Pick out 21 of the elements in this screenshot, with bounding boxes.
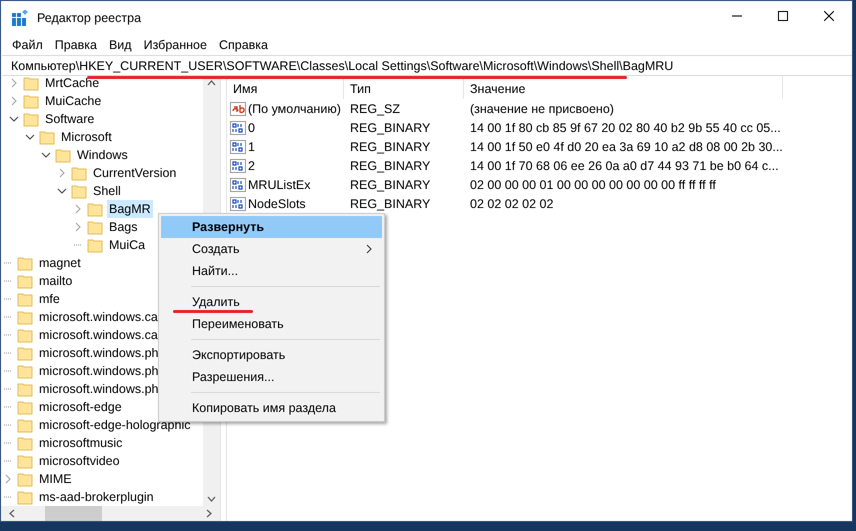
value-type: REG_SZ: [349, 100, 402, 118]
menu-item-label: Переименовать: [192, 317, 284, 331]
value-data: 14 00 1f 80 cb 85 9f 67 20 02 80 40 b2 9b 55 40 cc 05...: [469, 120, 782, 136]
value-data: (значение не присвоено): [469, 100, 615, 118]
value-data: 02 02 02 02 02: [469, 196, 554, 212]
menu-item-label: Удалить: [192, 295, 240, 309]
menu-item-label: Развернуть: [192, 220, 264, 234]
menu-item-label: Разрешения...: [192, 370, 274, 384]
value-type: REG_BINARY: [349, 138, 432, 156]
value-type: REG_BINARY: [349, 158, 432, 174]
value-data: 02 00 00 00 01 00 00 00 00 00 00 00 ff ff ff ff: [469, 176, 717, 194]
window-title: Редактор реестра: [37, 11, 142, 25]
value-type: REG_BINARY: [349, 120, 432, 136]
value-data: 14 00 1f 50 e0 4f d0 20 ea 3a 69 10 a2 d8 08 00 2b 30...: [469, 138, 783, 156]
value-type: REG_BINARY: [349, 176, 432, 194]
menu-item-label: Экспортировать: [192, 348, 286, 362]
value-data: 14 00 1f 70 68 06 ee 26 0a a0 d7 44 93 71 be b0 64 c...: [469, 158, 780, 174]
value-type: REG_BINARY: [349, 196, 432, 212]
menu-item-label: Найти...: [192, 264, 238, 278]
menu-item-label: Создать: [192, 242, 240, 256]
menu-item-label: Копировать имя раздела: [192, 401, 336, 415]
